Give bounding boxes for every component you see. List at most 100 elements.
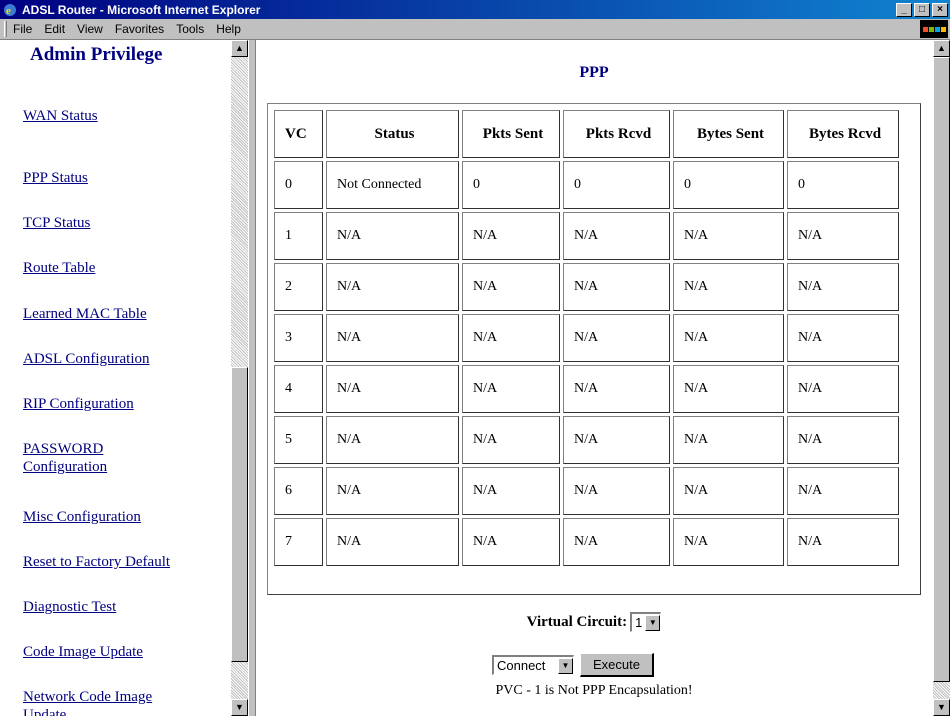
window-title-bar: e ADSL Router - Microsoft Internet Explo… <box>0 0 950 19</box>
nav-link-rip-configuration[interactable]: RIP Configuration <box>23 395 213 413</box>
virtual-circuit-label: Virtual Circuit: <box>526 613 628 630</box>
cell-status: N/A <box>326 263 459 311</box>
menu-help[interactable]: Help <box>216 22 241 36</box>
cell-pkts-rcvd: N/A <box>563 212 670 260</box>
navigation-scrollbar[interactable]: ▲ ▼ <box>231 40 248 716</box>
cell-pkts-sent: N/A <box>462 467 560 515</box>
navigation-scroll-thumb[interactable] <box>231 367 248 662</box>
frame-divider[interactable] <box>248 40 256 716</box>
nav-link-wan-status[interactable]: WAN Status <box>23 107 213 125</box>
nav-link-diagnostic-test[interactable]: Diagnostic Test <box>23 598 213 616</box>
table-row: 1 N/A N/A N/A N/A N/A <box>274 212 899 260</box>
cell-bytes-sent: N/A <box>673 518 784 566</box>
toolbar-grip <box>4 21 7 37</box>
content-scroll-thumb[interactable] <box>933 57 950 682</box>
cell-pkts-rcvd: N/A <box>563 416 670 464</box>
cell-pkts-sent: N/A <box>462 365 560 413</box>
menu-view[interactable]: View <box>77 22 103 36</box>
cell-pkts-sent: N/A <box>462 263 560 311</box>
scroll-up-arrow-icon[interactable]: ▲ <box>231 40 248 57</box>
table-row: 4 N/A N/A N/A N/A N/A <box>274 365 899 413</box>
nav-link-misc-configuration[interactable]: Misc Configuration <box>23 508 213 526</box>
cell-status: Not Connected <box>326 161 459 209</box>
menu-file[interactable]: File <box>13 22 32 36</box>
cell-pkts-rcvd: N/A <box>563 314 670 362</box>
table-header-row: VC Status Pkts Sent Pkts Rcvd Bytes Sent… <box>274 110 899 158</box>
dropdown-arrow-icon[interactable]: ▼ <box>645 614 661 631</box>
cell-bytes-sent: 0 <box>673 161 784 209</box>
windows-logo-icon <box>920 20 948 38</box>
execute-button[interactable]: Execute <box>580 653 654 677</box>
cell-vc: 6 <box>274 467 323 515</box>
cell-bytes-rcvd: N/A <box>787 416 899 464</box>
cell-vc: 0 <box>274 161 323 209</box>
nav-link-code-image-update[interactable]: Code Image Update <box>23 643 213 661</box>
cell-bytes-sent: N/A <box>673 467 784 515</box>
cell-vc: 7 <box>274 518 323 566</box>
menu-favorites[interactable]: Favorites <box>115 22 164 36</box>
pvc-status-message: PVC - 1 is Not PPP Encapsulation! <box>495 683 693 698</box>
nav-link-password-configuration[interactable]: PASSWORD Configuration <box>23 440 143 476</box>
menu-bar: File Edit View Favorites Tools Help <box>0 19 950 40</box>
menu-edit[interactable]: Edit <box>44 22 65 36</box>
cell-status: N/A <box>326 212 459 260</box>
content-scrollbar[interactable]: ▲ ▼ <box>933 40 950 716</box>
nav-link-reset-to-factory-default[interactable]: Reset to Factory Default <box>23 553 213 571</box>
action-row: Connect ▼ Execute <box>492 653 654 677</box>
window-title: ADSL Router - Microsoft Internet Explore… <box>22 2 261 17</box>
scroll-down-arrow-icon[interactable]: ▼ <box>231 699 248 716</box>
cell-status: N/A <box>326 416 459 464</box>
nav-link-tcp-status[interactable]: TCP Status <box>23 214 213 232</box>
cell-bytes-rcvd: N/A <box>787 467 899 515</box>
action-select-value: Connect <box>497 658 546 673</box>
cell-status: N/A <box>326 518 459 566</box>
cell-bytes-sent: N/A <box>673 365 784 413</box>
column-header-vc: VC <box>274 110 323 158</box>
column-header-pkts-sent: Pkts Sent <box>462 110 560 158</box>
nav-link-route-table[interactable]: Route Table <box>23 259 213 277</box>
table-row: 6 N/A N/A N/A N/A N/A <box>274 467 899 515</box>
cell-bytes-sent: N/A <box>673 263 784 311</box>
action-select[interactable]: Connect ▼ <box>492 655 574 675</box>
cell-pkts-rcvd: N/A <box>563 467 670 515</box>
column-header-bytes-rcvd: Bytes Rcvd <box>787 110 899 158</box>
internet-explorer-icon: e <box>2 2 18 18</box>
maximize-button[interactable]: □ <box>914 2 930 17</box>
navigation-frame: Admin Privilege WAN Status PPP Status TC… <box>0 40 248 716</box>
virtual-circuit-select[interactable]: 1 ▼ <box>630 612 662 632</box>
table-row: 3 N/A N/A N/A N/A N/A <box>274 314 899 362</box>
cell-bytes-sent: N/A <box>673 212 784 260</box>
scroll-up-arrow-icon[interactable]: ▲ <box>933 40 950 57</box>
nav-link-ppp-status[interactable]: PPP Status <box>23 169 213 187</box>
cell-bytes-rcvd: N/A <box>787 314 899 362</box>
cell-bytes-rcvd: N/A <box>787 518 899 566</box>
virtual-circuit-value: 1 <box>635 615 643 630</box>
content-frame: PPP VC Status Pkts Sent Pkts Rcvd Bytes … <box>256 40 950 716</box>
cell-bytes-rcvd: N/A <box>787 212 899 260</box>
cell-vc: 3 <box>274 314 323 362</box>
column-header-bytes-sent: Bytes Sent <box>673 110 784 158</box>
nav-link-network-code-image-update[interactable]: Network Code Image Update <box>23 688 193 716</box>
cell-bytes-sent: N/A <box>673 314 784 362</box>
cell-bytes-rcvd: N/A <box>787 263 899 311</box>
cell-pkts-rcvd: N/A <box>563 365 670 413</box>
cell-vc: 5 <box>274 416 323 464</box>
close-button[interactable]: × <box>932 2 948 17</box>
ppp-status-table: VC Status Pkts Sent Pkts Rcvd Bytes Sent… <box>271 107 902 569</box>
cell-bytes-rcvd: 0 <box>787 161 899 209</box>
cell-pkts-rcvd: 0 <box>563 161 670 209</box>
cell-vc: 4 <box>274 365 323 413</box>
cell-vc: 1 <box>274 212 323 260</box>
minimize-button[interactable]: _ <box>896 2 912 17</box>
cell-pkts-rcvd: N/A <box>563 518 670 566</box>
menu-tools[interactable]: Tools <box>176 22 204 36</box>
scroll-down-arrow-icon[interactable]: ▼ <box>933 699 950 716</box>
nav-link-adsl-configuration[interactable]: ADSL Configuration <box>23 350 213 368</box>
dropdown-arrow-icon[interactable]: ▼ <box>558 657 573 674</box>
nav-link-learned-mac-table[interactable]: Learned MAC Table <box>23 305 213 323</box>
cell-status: N/A <box>326 365 459 413</box>
cell-status: N/A <box>326 467 459 515</box>
cell-pkts-rcvd: N/A <box>563 263 670 311</box>
column-header-pkts-rcvd: Pkts Rcvd <box>563 110 670 158</box>
cell-pkts-sent: N/A <box>462 212 560 260</box>
